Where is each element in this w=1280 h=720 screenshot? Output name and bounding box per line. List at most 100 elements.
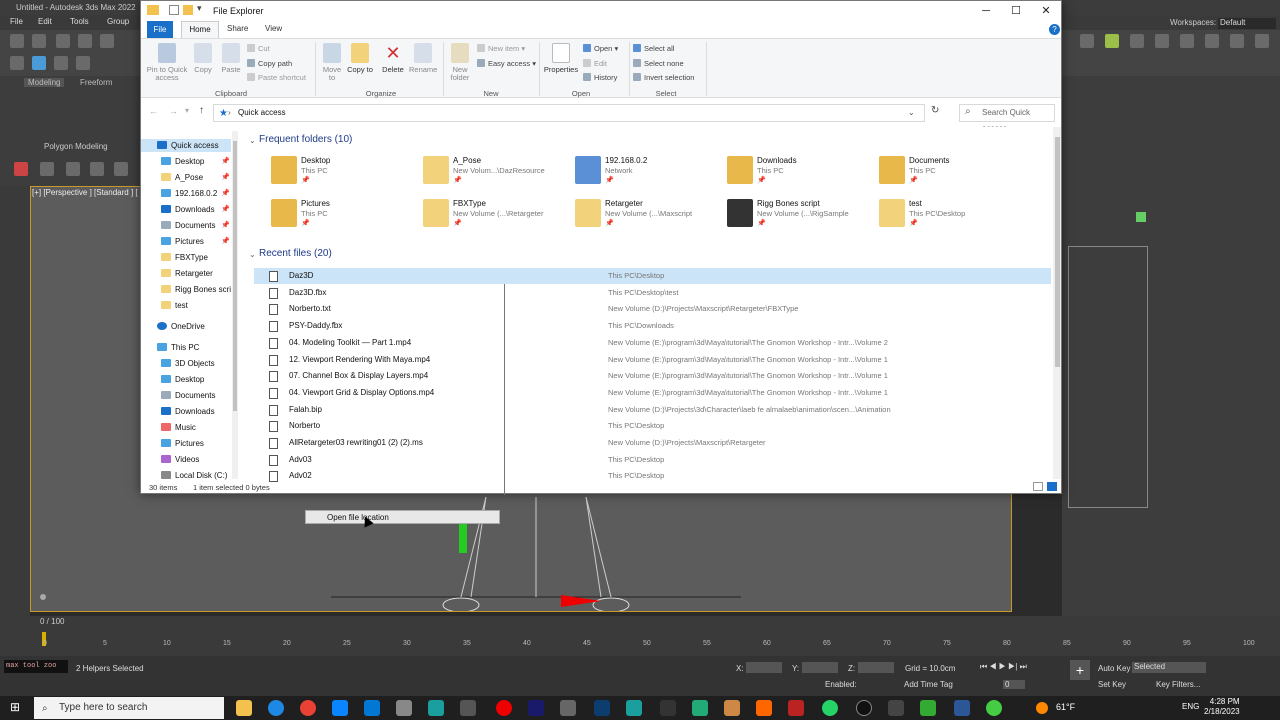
recent-file-row[interactable]: AllRetargeter03 rewriting01 (2) (2).ms Ne… xyxy=(254,435,1051,451)
move-to-button[interactable]: Move to xyxy=(319,43,345,82)
tab-view[interactable]: View xyxy=(265,24,282,33)
file-explorer-taskbar-icon[interactable] xyxy=(236,700,252,716)
easy-access-button[interactable]: Easy access ▾ xyxy=(477,59,536,68)
nav-pc-item[interactable]: Downloads xyxy=(161,407,215,416)
file-explorer-window[interactable]: ▾ File Explorer ─ ☐ ✕ File Home Share Vi… xyxy=(140,0,1062,495)
nav-unpinned-item[interactable]: Rigg Bones scri xyxy=(161,285,231,294)
import-icon[interactable] xyxy=(66,162,80,176)
recent-file-row[interactable]: Adv03 This PC\Desktop xyxy=(254,452,1051,468)
recent-file-row[interactable]: Daz3D This PC\Desktop xyxy=(254,268,1051,284)
pin-icon[interactable]: 📌 xyxy=(221,189,230,197)
max-menu-tools[interactable]: Tools xyxy=(70,17,89,26)
properties-quick-icon[interactable] xyxy=(169,5,179,15)
tray-clock[interactable]: 4:28 PM 2/18/2023 xyxy=(1204,697,1240,717)
nav-pinned-item[interactable]: 192.168.0.2 xyxy=(161,189,217,198)
recent-file-row[interactable]: Falah.bip New Volume (D:)\Projects\3d\Cha… xyxy=(254,402,1051,418)
tab-share[interactable]: Share xyxy=(227,24,248,33)
search-quick-access-input[interactable]: Search Quick access xyxy=(959,104,1055,133)
pin-icon[interactable]: 📌 xyxy=(221,157,230,165)
maxscript-listener[interactable]: max tool zoo xyxy=(4,660,68,673)
nav-pc-item[interactable]: Desktop xyxy=(161,375,204,384)
max-menu-file[interactable]: File xyxy=(10,17,23,26)
3ds-max-icon[interactable] xyxy=(428,700,444,716)
daz-studio-icon[interactable] xyxy=(660,700,676,716)
mail-icon[interactable] xyxy=(364,700,380,716)
minimize-icon[interactable]: ─ xyxy=(971,3,1001,19)
edit-button[interactable]: Edit xyxy=(583,59,607,68)
bind-icon[interactable] xyxy=(100,34,114,48)
app4-icon[interactable] xyxy=(724,700,740,716)
recent-file-row[interactable]: 07. Channel Box & Display Layers.mp4 New … xyxy=(254,368,1051,384)
frequent-folder-tile[interactable]: test This PC\Desktop 📌 xyxy=(879,199,1029,239)
link-icon[interactable] xyxy=(56,34,70,48)
select-all-button[interactable]: Select all xyxy=(633,44,674,53)
up-arrow-icon[interactable]: ↑ xyxy=(199,105,204,116)
key-filters-button[interactable]: Key Filters... xyxy=(1156,680,1200,689)
forward-arrow-icon[interactable]: → xyxy=(169,106,178,116)
store-icon[interactable] xyxy=(332,700,348,716)
nav-pc-item[interactable]: 3D Objects xyxy=(161,359,215,368)
frequent-folder-tile[interactable]: Desktop This PC 📌 xyxy=(271,156,421,196)
paste-button[interactable]: Paste xyxy=(219,43,243,74)
invert-selection-button[interactable]: Invert selection xyxy=(633,73,694,82)
weather-icon[interactable] xyxy=(1036,702,1048,714)
tab-home[interactable]: Home xyxy=(181,21,219,38)
brave-icon[interactable] xyxy=(756,700,772,716)
nav-onedrive[interactable]: OneDrive xyxy=(157,322,205,331)
nav-pc-item[interactable]: Videos xyxy=(161,455,199,464)
nav-scrollbar-thumb[interactable] xyxy=(233,141,237,411)
unreal-icon[interactable] xyxy=(856,700,872,716)
recent-files-header[interactable]: Recent files (20) xyxy=(259,248,332,259)
add-key-icon[interactable]: + xyxy=(1070,660,1090,680)
temperature[interactable]: 61°F xyxy=(1056,702,1075,712)
viewport-label[interactable]: [+] [Perspective ] [Standard ] [ xyxy=(32,188,138,197)
workspaces-dropdown[interactable]: Default xyxy=(1218,18,1276,29)
snap-icon[interactable] xyxy=(1080,34,1094,48)
recent-file-row[interactable]: PSY-Daddy.fbx This PC\Downloads xyxy=(254,318,1051,334)
render-icon[interactable] xyxy=(76,56,90,70)
app6-icon[interactable] xyxy=(888,700,904,716)
context-menu-open-file-location[interactable]: Open file location xyxy=(305,510,500,524)
tab-file[interactable]: File xyxy=(147,21,173,38)
nav-unpinned-item[interactable]: Retargeter xyxy=(161,269,213,278)
frequent-folder-tile[interactable]: Pictures This PC 📌 xyxy=(271,199,421,239)
play-icon[interactable]: ⏮ ◀ ▶ ▶| ⏭ xyxy=(980,662,1027,672)
layers-icon[interactable] xyxy=(1230,34,1244,48)
properties-button[interactable]: Properties xyxy=(543,43,579,74)
nav-pinned-item[interactable]: Documents xyxy=(161,221,215,230)
z-coordinate-field[interactable] xyxy=(858,662,894,673)
after-effects-icon[interactable] xyxy=(528,700,544,716)
scale-icon[interactable] xyxy=(1155,34,1169,48)
cut-button[interactable]: Cut xyxy=(247,44,270,53)
refresh-icon[interactable]: ↻ xyxy=(931,105,939,116)
nav-pc-item[interactable]: Music xyxy=(161,423,196,432)
new-folder-button[interactable]: New folder xyxy=(447,43,473,82)
recent-file-row[interactable]: Daz3D.fbx This PC\Desktop\test xyxy=(254,285,1051,301)
calculator-icon[interactable] xyxy=(396,700,412,716)
select-none-button[interactable]: Select none xyxy=(633,59,684,68)
opera-icon[interactable] xyxy=(496,700,512,716)
y-coordinate-field[interactable] xyxy=(802,662,838,673)
new-folder-quick-icon[interactable] xyxy=(183,5,193,15)
address-bar[interactable]: ★ › Quick access ⌄ xyxy=(213,104,925,122)
language-indicator[interactable]: ENG xyxy=(1182,702,1199,711)
align-icon[interactable] xyxy=(1205,34,1219,48)
playback-controls[interactable]: ⏮ ◀ ▶ ▶| ⏭ xyxy=(980,662,1042,673)
down-arrow-icon[interactable] xyxy=(90,162,104,176)
copy-button[interactable]: Copy xyxy=(191,43,215,74)
undo-icon[interactable] xyxy=(10,34,24,48)
nav-pc-item[interactable]: Local Disk (C:) xyxy=(161,471,227,480)
app3-icon[interactable] xyxy=(692,700,708,716)
content-scrollbar-thumb[interactable] xyxy=(1055,137,1060,367)
select-icon[interactable] xyxy=(32,56,46,70)
close-icon[interactable]: ✕ xyxy=(1031,3,1061,19)
frequent-folder-tile[interactable]: FBXType New Volume (...\Retargeter 📌 xyxy=(423,199,573,239)
recent-file-row[interactable]: 12. Viewport Rendering With Maya.mp4 New … xyxy=(254,352,1051,368)
frequent-folder-tile[interactable]: Retargeter New Volume (...\Maxscript 📌 xyxy=(575,199,725,239)
max-menu-edit[interactable]: Edit xyxy=(38,17,52,26)
history-button[interactable]: History xyxy=(583,73,617,82)
select-region-icon[interactable] xyxy=(54,56,68,70)
frequent-folders-header[interactable]: Frequent folders (10) xyxy=(259,134,352,145)
time-slider[interactable] xyxy=(0,616,1280,656)
explorer-title-bar[interactable]: ▾ File Explorer ─ ☐ ✕ xyxy=(141,1,1061,21)
